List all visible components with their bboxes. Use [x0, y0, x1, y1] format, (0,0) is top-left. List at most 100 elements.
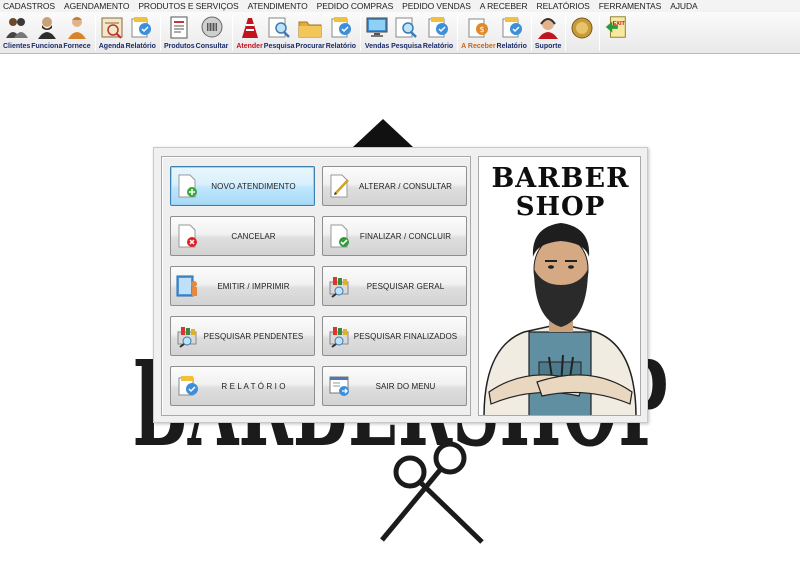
products-icon — [166, 14, 192, 40]
sair-do-menu-button[interactable]: SAIR DO MENU — [322, 366, 467, 406]
toolbar-agenda-button[interactable]: Agenda — [99, 12, 125, 52]
sales-monitor-icon — [364, 14, 390, 40]
toolbar-relatorio1-label: Relatório — [125, 43, 156, 50]
support-icon — [535, 14, 561, 40]
pesquisar-finalizados-label: PESQUISAR FINALIZADOS — [353, 331, 458, 341]
pesquisar-finalizados-button[interactable]: PESQUISAR FINALIZADOS — [322, 316, 467, 356]
relatorio-label: R E L A T Ó R I O — [221, 381, 286, 391]
alterar-consultar-label: ALTERAR / CONSULTAR — [358, 181, 453, 191]
toolbar-separator — [360, 15, 362, 51]
toolbar-pesquisa2-label: Pesquisa — [391, 43, 422, 50]
search-files-icon — [327, 273, 353, 299]
report-icon — [425, 14, 451, 40]
finalizar-concluir-label: FINALIZAR / CONCLUIR — [359, 231, 452, 241]
agenda-icon — [99, 14, 125, 40]
exit-window-icon — [327, 373, 353, 399]
toolbar-separator — [159, 15, 161, 51]
novo-atendimento-label: NOVO ATENDIMENTO — [211, 181, 296, 191]
new-document-icon — [175, 173, 201, 199]
employee-icon — [34, 14, 60, 40]
toolbar-procurar-button[interactable]: Procurar — [296, 12, 325, 52]
toolbar-vendas-label: Vendas — [364, 43, 390, 50]
toolbar-consultar-button[interactable]: Consultar — [195, 12, 229, 52]
finalizar-concluir-button[interactable]: FINALIZAR / CONCLUIR — [322, 216, 467, 256]
toolbar-separator — [565, 15, 567, 51]
actions-panel: NOVO ATENDIMENTO ALTERAR / CONSULTAR CAN… — [161, 156, 471, 416]
pesquisar-geral-button[interactable]: PESQUISAR GERAL — [322, 266, 467, 306]
toolbar-separator — [94, 15, 96, 51]
toolbar-suporte-button[interactable]: Suporte — [535, 12, 561, 52]
toolbar-produtos-label: Produtos — [163, 43, 195, 50]
report-icon — [328, 14, 354, 40]
toolbar-exit-button[interactable]: EXIT — [603, 12, 629, 52]
toolbar-clientes-label: Clientes — [3, 43, 31, 50]
toolbar-procurar-label: Procurar — [295, 43, 325, 50]
toolbar-agenda-label: Agenda — [98, 43, 125, 50]
search-pending-icon — [175, 323, 201, 349]
toolbar-suporte-label: Suporte — [534, 43, 562, 50]
cancelar-button[interactable]: CANCELAR — [170, 216, 315, 256]
consult-icon — [199, 14, 225, 40]
toolbar-consultar-label: Consultar — [195, 43, 229, 50]
attend-icon — [237, 14, 263, 40]
toolbar-pesquisa1-label: Pesquisa — [263, 43, 295, 50]
exit-text: EXIT — [613, 21, 626, 27]
toolbar-pesquisa2-button[interactable]: Pesquisa — [391, 12, 422, 52]
atendimento-dialog: NOVO ATENDIMENTO ALTERAR / CONSULTAR CAN… — [153, 147, 648, 423]
toolbar-fornece-button[interactable]: Fornece — [63, 12, 91, 52]
toolbar-relatorio2-button[interactable]: Relatório — [326, 12, 356, 52]
menu-pedido-compras[interactable]: PEDIDO COMPRAS — [317, 1, 394, 11]
menu-relatorios[interactable]: RELATÓRIOS — [537, 1, 590, 11]
menu-ferramentas[interactable]: FERRAMENTAS — [599, 1, 662, 11]
toolbar-pesquisa1-button[interactable]: Pesquisa — [264, 12, 295, 52]
toolbar-funciona-button[interactable]: Funciona — [31, 12, 62, 52]
toolbar-produtos-button[interactable]: Produtos — [164, 12, 195, 52]
toolbar-tools-button[interactable] — [569, 12, 595, 52]
menu-a-receber[interactable]: A RECEBER — [480, 1, 528, 11]
menu-ajuda[interactable]: AJUDA — [670, 1, 697, 11]
toolbar-fornece-label: Fornece — [63, 43, 91, 50]
barber-illustration — [483, 223, 637, 415]
toolbar-atender-button[interactable]: Atender — [236, 12, 263, 52]
sair-do-menu-label: SAIR DO MENU — [375, 381, 436, 391]
toolbar-relatorio1-button[interactable]: Relatório — [126, 12, 156, 52]
receivables-icon: $ — [465, 14, 491, 40]
toolbar-separator — [599, 15, 601, 51]
report-icon — [499, 14, 525, 40]
clients-icon — [4, 14, 30, 40]
svg-text:$: $ — [480, 25, 485, 34]
relatorio-button[interactable]: R E L A T Ó R I O — [170, 366, 315, 406]
exit-icon: EXIT — [603, 14, 629, 40]
toolbar-clientes-button[interactable]: Clientes — [3, 12, 30, 52]
toolbar-vendas-button[interactable]: Vendas — [364, 12, 390, 52]
check-document-icon — [327, 223, 353, 249]
toolbar-relatorio3-button[interactable]: Relatório — [423, 12, 453, 52]
toolbar-areceber-button[interactable]: $ A Receber — [461, 12, 496, 52]
emitir-imprimir-label: EMITIR / IMPRIMIR — [217, 281, 290, 291]
menu-bar: CADASTROS AGENDAMENTO PRODUTOS E SERVIÇO… — [0, 0, 800, 12]
toolbar: Clientes Funciona Fornece Agenda Relatór… — [0, 12, 800, 54]
menu-cadastros[interactable]: CADASTROS — [3, 1, 55, 11]
emitir-imprimir-button[interactable]: EMITIR / IMPRIMIR — [170, 266, 315, 306]
search-icon — [393, 14, 419, 40]
pesquisar-geral-label: PESQUISAR GERAL — [366, 281, 445, 291]
print-person-icon — [175, 273, 201, 299]
pesquisar-pendentes-label: PESQUISAR PENDENTES — [203, 331, 304, 341]
search-finished-icon — [327, 323, 353, 349]
toolbar-separator — [457, 15, 459, 51]
report-icon — [128, 14, 154, 40]
menu-pedido-vendas[interactable]: PEDIDO VENDAS — [402, 1, 471, 11]
menu-agendamento[interactable]: AGENDAMENTO — [64, 1, 129, 11]
toolbar-atender-label: Atender — [236, 43, 263, 50]
app-window: CADASTROS AGENDAMENTO PRODUTOS E SERVIÇO… — [0, 0, 800, 570]
toolbar-separator — [232, 15, 234, 51]
supplier-icon — [64, 14, 90, 40]
toolbar-relatorio4-label: Relatório — [496, 43, 527, 50]
alterar-consultar-button[interactable]: ALTERAR / CONSULTAR — [322, 166, 467, 206]
pesquisar-pendentes-button[interactable]: PESQUISAR PENDENTES — [170, 316, 315, 356]
menu-atendimento[interactable]: ATENDIMENTO — [248, 1, 308, 11]
novo-atendimento-button[interactable]: NOVO ATENDIMENTO — [170, 166, 315, 206]
toolbar-relatorio4-button[interactable]: Relatório — [497, 12, 527, 52]
toolbar-relatorio2-label: Relatório — [325, 43, 357, 50]
menu-produtos-servicos[interactable]: PRODUTOS E SERVIÇOS — [138, 1, 238, 11]
